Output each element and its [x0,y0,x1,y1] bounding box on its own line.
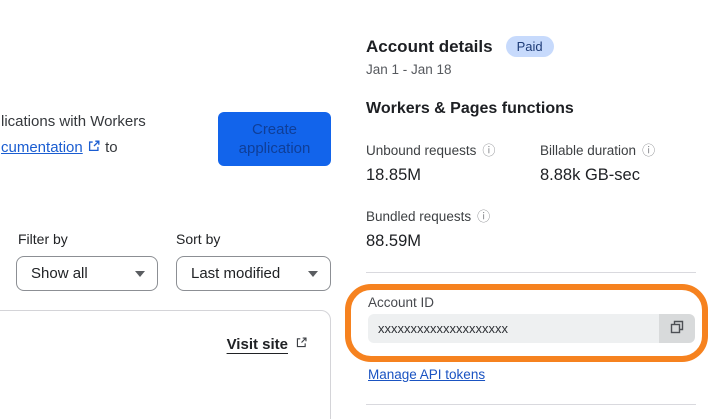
sort-dropdown[interactable]: Last modified [176,256,331,291]
manage-api-tokens-link[interactable]: Manage API tokens [368,367,485,382]
visit-site-link[interactable]: Visit site [227,336,308,353]
info-icon[interactable]: ⓘ [477,210,490,223]
intro-line2: cumentation to [1,135,146,162]
external-link-icon [87,136,101,162]
divider [366,404,696,405]
metric-billable-duration: Billable duration ⓘ 8.88k GB-sec [540,143,655,185]
copy-button[interactable] [659,314,695,343]
metric-value: 88.59M [366,232,422,250]
plan-badge: Paid [505,36,554,57]
external-link-icon [295,336,308,353]
account-details-title: Account details [366,36,493,56]
documentation-link[interactable]: cumentation [1,139,83,156]
metric-value: 18.85M [366,166,422,184]
chevron-down-icon [135,270,145,277]
account-details-panel: Account details Paid Jan 1 - Jan 18 Work… [366,0,696,419]
metric-value: 8.88k GB-sec [540,166,640,184]
copy-icon [669,319,685,338]
account-id-group [368,314,695,343]
info-icon[interactable]: ⓘ [642,144,655,157]
metric-label: Billable duration [540,143,637,158]
date-range: Jan 1 - Jan 18 [366,62,452,77]
chevron-down-icon [308,270,318,277]
account-id-label: Account ID [368,295,435,310]
intro-text: lications with Workers cumentation to [1,109,146,162]
project-card: Visit site [0,310,331,419]
workers-pages-functions-title: Workers & Pages functions [366,100,574,117]
metric-label: Unbound requests [366,143,477,158]
sort-dropdown-value: Last modified [191,265,281,282]
info-icon[interactable]: ⓘ [482,144,495,157]
visit-site-label: Visit site [226,336,288,353]
filter-dropdown-value: Show all [31,265,88,282]
metric-unbound-requests: Unbound requests ⓘ 18.85M [366,143,495,185]
sort-by-label: Sort by [176,231,221,247]
account-id-input[interactable] [368,314,659,343]
intro-line1: lications with Workers [1,113,146,130]
filter-dropdown[interactable]: Show all [16,256,158,291]
create-application-button[interactable]: Create application [218,112,331,166]
intro-after-link: to [105,139,118,156]
filter-by-label: Filter by [18,231,68,247]
metric-label: Bundled requests [366,209,472,224]
divider [366,272,696,273]
metric-bundled-requests: Bundled requests ⓘ 88.59M [366,209,490,251]
